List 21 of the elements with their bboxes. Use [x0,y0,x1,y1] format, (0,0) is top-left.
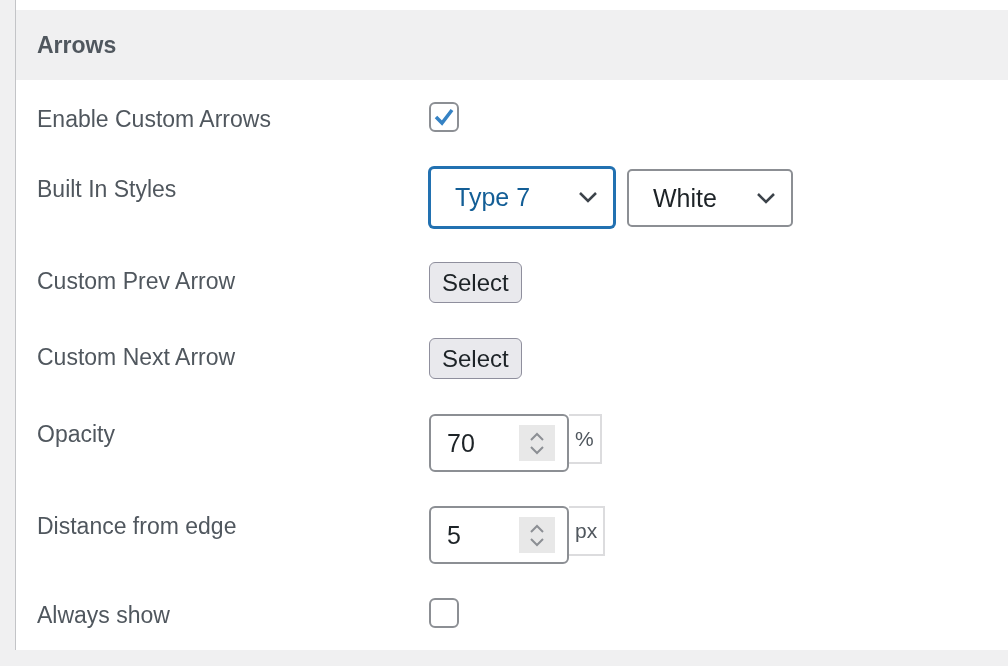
field-label: Always show [37,602,170,629]
field-label: Built In Styles [37,176,177,204]
chevron-down-icon [757,192,775,204]
checkbox[interactable] [429,598,459,628]
chevron-down-icon [579,192,597,203]
field-label: Enable Custom Arrows [37,106,271,133]
select-button[interactable]: Select [429,338,522,379]
field-label: Distance from edge [37,513,237,541]
unit-label: px [569,506,606,556]
field-label: Opacity [37,421,115,449]
section-title: Arrows [37,31,117,59]
dropdown[interactable]: Type 7 [429,167,615,228]
checkmark-icon [433,107,455,127]
select-button[interactable]: Select [429,262,522,303]
number-field[interactable]: 5 [429,506,569,564]
number-field[interactable]: 70 [429,414,569,472]
field-label: Custom Prev Arrow [37,268,236,296]
unit-label: % [569,414,602,464]
field-label: Custom Next Arrow [37,344,236,372]
checkbox[interactable] [429,102,459,132]
dropdown[interactable]: White [627,169,793,227]
